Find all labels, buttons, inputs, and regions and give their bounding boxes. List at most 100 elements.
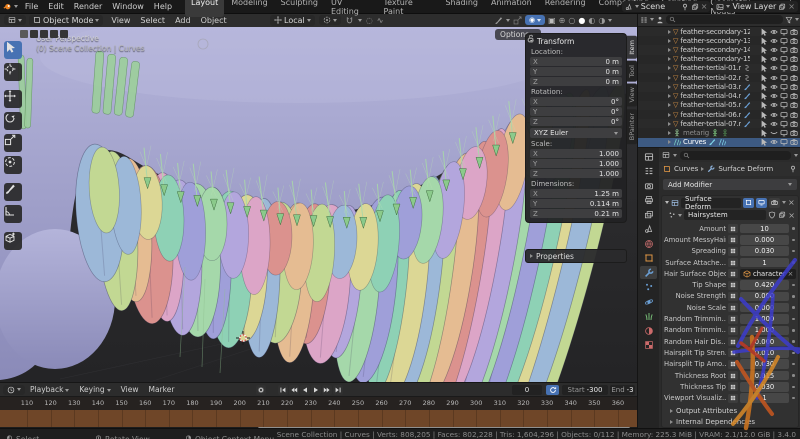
display-mode-chevron[interactable] [650,18,654,21]
expand-icon[interactable] [668,57,671,61]
viewport-menu-view[interactable]: View [106,16,135,25]
tool-annotate[interactable] [4,183,22,201]
show-overlays-toggle[interactable]: ▣ [548,16,556,25]
expand-icon[interactable] [668,85,671,89]
timeline-editor-type-button[interactable] [3,385,25,395]
properties-tab-modifiers[interactable] [640,266,657,279]
param-value-field[interactable]: 0.030 [740,246,789,256]
param-value-field[interactable]: 0.420 [740,280,789,290]
input-attribute-toggle[interactable] [728,281,738,290]
timeline-track-area[interactable] [0,410,637,427]
expand-icon[interactable] [668,140,671,144]
expand-icon[interactable] [668,39,671,43]
scale-y-field[interactable]: Y1.000 [530,159,622,168]
param-value-field[interactable]: 0.030 [740,359,789,369]
animate-decorator[interactable] [791,295,796,298]
properties-tab-texture[interactable] [640,339,657,352]
hide-eye-icon[interactable] [770,111,778,119]
disable-render-icon[interactable] [790,55,798,63]
modifier-name-field[interactable]: Surface Deform [681,198,741,208]
new-node-group-icon[interactable] [778,211,786,219]
jump-to-end-button[interactable] [333,385,343,395]
disable-render-icon[interactable] [790,101,798,109]
param-value-field[interactable]: 1.000 [740,314,789,324]
disable-render-icon[interactable] [790,83,798,91]
shading-rendered-icon[interactable]: ◑ [598,16,605,25]
rotation-z-field[interactable]: Z0° [530,117,622,126]
outliner-row-feather-secondary-15-r[interactable]: ▽ feather-secondary-15.r [638,55,800,64]
properties-tab-world[interactable] [640,237,657,250]
outliner-row-curves[interactable]: Curves [638,138,800,147]
selectable-icon[interactable] [760,74,768,82]
selectable-icon[interactable] [760,55,768,63]
tool-add-cube[interactable] [4,232,22,250]
input-attribute-toggle[interactable] [728,360,738,369]
animate-decorator[interactable] [791,340,796,343]
disable-viewport-icon[interactable] [780,92,788,100]
transform-panel-header[interactable]: Transform [530,36,622,46]
hide-eye-icon[interactable] [770,37,778,45]
animate-decorator[interactable] [791,363,796,366]
properties-tab-tool[interactable] [640,165,657,178]
expand-icon[interactable] [668,113,671,117]
selectable-icon[interactable] [760,37,768,45]
properties-search-input[interactable] [680,151,791,160]
disable-viewport-icon[interactable] [780,129,788,137]
3d-viewport[interactable]: User Perspective (0) Scene Collection | … [0,27,637,382]
expand-icon[interactable] [668,30,671,34]
hide-eye-icon[interactable] [770,83,778,91]
shading-options-chevron[interactable] [608,19,612,22]
scale-x-field[interactable]: X1.000 [530,149,622,158]
outliner-row-feather-secondary-14-r[interactable]: ▽ feather-secondary-14.r [638,45,800,54]
disable-viewport-icon[interactable] [780,138,788,146]
param-value-field[interactable]: 0.000 [740,337,789,347]
modifier-expand-chevron[interactable] [665,201,669,204]
clear-object-icon[interactable]: × [788,270,794,278]
modifier-render-toggle[interactable] [769,198,780,208]
outliner-row-feather-secondary-13-r[interactable]: ▽ feather-secondary-13.r [638,36,800,45]
annotate-snap-icon[interactable] [494,16,503,25]
workspace-tab-sculpting[interactable]: Sculpting [275,0,324,17]
play-button[interactable] [311,385,321,395]
properties-tab-render[interactable] [640,179,657,192]
tool-transform[interactable] [4,156,22,174]
disable-viewport-icon[interactable] [780,120,788,128]
dimension-z-field[interactable]: Z0.21 m [530,209,622,218]
tool-move[interactable] [4,90,22,108]
select-mode-subtract[interactable] [40,30,48,38]
jump-to-next-keyframe-button[interactable] [322,385,332,395]
menu-render[interactable]: Render [69,2,107,11]
input-attribute-toggle[interactable] [728,292,738,301]
proportional-editing-icon[interactable]: ◌ [366,16,373,25]
view-layer-selector[interactable]: View Layer × [713,1,798,12]
properties-tab-scene[interactable] [640,223,657,236]
fake-user-shield-icon[interactable] [768,211,776,219]
breadcrumb-modifier[interactable]: Surface Deform [718,165,773,173]
snap-options-chevron[interactable] [358,19,362,22]
disable-render-icon[interactable] [790,92,798,100]
internal-dependencies-panel[interactable]: Internal Dependencies [670,417,792,427]
new-scene-icon[interactable] [691,3,699,11]
selectable-icon[interactable] [760,138,768,146]
disable-render-icon[interactable] [790,74,798,82]
animate-decorator[interactable] [791,318,796,321]
modifier-edit-mode-toggle[interactable] [743,198,754,208]
animate-decorator[interactable] [791,261,796,264]
select-mode-intersect[interactable] [60,30,68,38]
disable-viewport-icon[interactable] [780,83,788,91]
selectable-icon[interactable] [760,64,768,72]
animate-decorator[interactable] [791,386,796,389]
scale-z-field[interactable]: Z1.000 [530,169,622,178]
properties-options-chevron[interactable] [794,154,798,157]
expand-icon[interactable] [668,94,671,98]
hide-eye-icon[interactable] [770,64,778,72]
node-group-name-field[interactable]: Hairsystem [684,210,766,220]
animate-decorator[interactable] [791,397,796,400]
selectable-icon[interactable] [760,46,768,54]
input-attribute-toggle[interactable] [728,269,738,278]
properties-tab-output[interactable] [640,194,657,207]
input-attribute-toggle[interactable] [728,337,738,346]
remove-view-layer-icon[interactable]: × [788,2,795,11]
dimension-y-field[interactable]: Y0.114 m [530,199,622,208]
selectable-icon[interactable] [760,92,768,100]
